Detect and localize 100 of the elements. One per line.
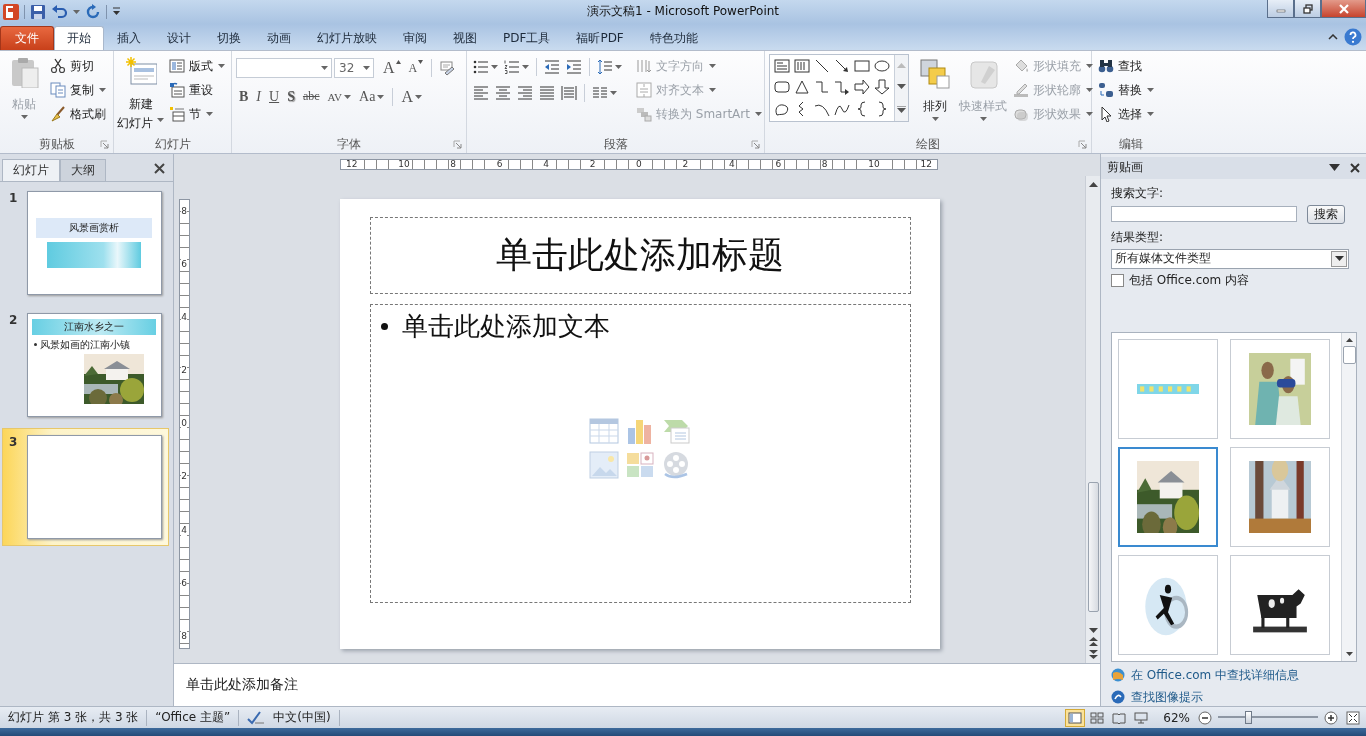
pane-menu-icon[interactable]	[1329, 164, 1340, 172]
clip-art-result[interactable]	[1230, 446, 1330, 547]
character-spacing-button[interactable]: AV	[324, 86, 355, 107]
dialog-launcher-icon[interactable]	[100, 139, 109, 149]
ribbon-tab[interactable]: 切换	[204, 25, 254, 50]
bold-button[interactable]: B	[236, 86, 252, 107]
close-button[interactable]	[1321, 0, 1366, 18]
cut-button[interactable]: 剪切	[48, 55, 108, 77]
help-link[interactable]: 查找图像提示	[1131, 688, 1203, 706]
shrink-font-button[interactable]: A	[405, 58, 427, 79]
layout-button[interactable]: 版式	[167, 55, 227, 77]
search-button[interactable]: 搜索	[1307, 204, 1345, 224]
line-icon[interactable]	[814, 57, 830, 74]
scroll-down-icon[interactable]	[1345, 651, 1353, 656]
slide-thumbnail[interactable]	[26, 434, 162, 539]
text-box-icon[interactable]	[774, 57, 790, 74]
down-arrow-icon[interactable]	[874, 79, 890, 96]
panel-tab[interactable]: 大纲	[60, 158, 106, 181]
change-case-button[interactable]: Aa	[356, 86, 388, 107]
checkbox[interactable]	[1111, 273, 1124, 287]
slide-thumbnail-row[interactable]: 1 风景画赏析	[2, 183, 169, 302]
shape-gallery[interactable]	[769, 53, 909, 122]
rounded-rectangle-icon[interactable]	[774, 79, 790, 96]
previous-slide-icon[interactable]	[1088, 637, 1098, 647]
find-button[interactable]: 查找	[1096, 55, 1156, 77]
clip-art-result[interactable]	[1118, 554, 1218, 655]
help-icon[interactable]	[1344, 27, 1362, 46]
undo-icon[interactable]	[51, 4, 67, 20]
slider-thumb[interactable]	[1245, 711, 1252, 725]
font-name-field[interactable]	[236, 58, 332, 79]
right-arrow-icon[interactable]	[854, 79, 870, 96]
clip-art-icon[interactable]	[625, 449, 655, 480]
dialog-launcher-icon[interactable]	[453, 139, 462, 149]
title-placeholder[interactable]: 单击此处添加标题	[369, 216, 911, 294]
scroll-up-icon[interactable]	[1088, 181, 1098, 187]
ribbon-tab[interactable]: PDF工具	[490, 25, 564, 50]
scrollbar[interactable]	[1341, 332, 1356, 661]
help-link[interactable]: 在 Office.com 中查找详细信息	[1131, 666, 1300, 684]
slide-thumbnail-row[interactable]: 2 江南水乡之一 风景如画的江南小镇	[2, 305, 169, 424]
fit-to-window-icon[interactable]	[1346, 710, 1360, 725]
clip-art-result[interactable]	[1230, 554, 1330, 655]
clip-art-result[interactable]	[1118, 446, 1218, 547]
panel-tab[interactable]: 幻灯片	[2, 158, 60, 181]
minimize-button[interactable]	[1267, 0, 1294, 18]
scroll-thumb[interactable]	[1087, 482, 1099, 613]
close-icon[interactable]	[154, 163, 165, 175]
search-field[interactable]	[1111, 206, 1297, 223]
app-icon[interactable]	[3, 4, 19, 20]
next-slide-icon[interactable]	[1088, 650, 1098, 660]
strikethrough-button[interactable]: abc	[299, 86, 323, 107]
dialog-launcher-icon[interactable]	[1078, 139, 1087, 149]
new-slide-button[interactable]: 新建 幻灯片	[118, 53, 163, 134]
slide-thumbnail-row[interactable]: 3	[2, 427, 169, 546]
slide-thumbnail[interactable]: 风景画赏析	[26, 190, 162, 295]
ribbon-tab[interactable]: 开始	[54, 25, 104, 50]
ribbon-tab[interactable]: 幻灯片放映	[304, 25, 390, 50]
notes-pane[interactable]: 单击此处添加备注	[174, 663, 1100, 707]
scrollbar[interactable]	[1085, 175, 1100, 664]
section-button[interactable]: 节	[167, 103, 227, 125]
ribbon-tab[interactable]: 审阅	[390, 25, 440, 50]
arrow-line-icon[interactable]	[834, 57, 850, 74]
oval-icon[interactable]	[874, 57, 890, 74]
scroll-up-icon[interactable]	[1345, 337, 1353, 342]
shadow-button[interactable]: S	[284, 86, 298, 107]
save-icon[interactable]	[30, 4, 46, 20]
zoom-in-icon[interactable]	[1324, 710, 1338, 725]
zoom-level[interactable]: 62%	[1163, 710, 1190, 725]
underline-button[interactable]: U	[266, 86, 283, 107]
reset-button[interactable]: 重设	[167, 79, 227, 101]
scroll-down-icon[interactable]	[1088, 628, 1098, 634]
italic-button[interactable]: I	[253, 86, 264, 107]
ribbon-tab[interactable]: 设计	[154, 25, 204, 50]
select-button[interactable]: 选择	[1096, 103, 1156, 125]
clip-art-result[interactable]	[1230, 338, 1330, 439]
clip-art-result[interactable]	[1118, 338, 1218, 439]
elbow-arrow-icon[interactable]	[834, 79, 850, 96]
spell-check-icon[interactable]	[247, 710, 266, 725]
maximize-button[interactable]	[1294, 0, 1321, 18]
ribbon-tab[interactable]: 插入	[104, 25, 154, 50]
ribbon-tab[interactable]: 视图	[440, 25, 490, 50]
zoom-out-icon[interactable]	[1198, 710, 1212, 725]
ribbon-tab[interactable]: 特色功能	[636, 25, 711, 50]
file-tab[interactable]: 文件	[0, 25, 54, 50]
redo-icon[interactable]	[85, 4, 101, 20]
triangle-icon[interactable]	[794, 79, 810, 96]
dialog-launcher-icon[interactable]	[751, 139, 760, 149]
media-type-dropdown[interactable]: 所有媒体文件类型	[1111, 248, 1349, 269]
customize-icon[interactable]	[112, 7, 121, 17]
grow-font-button[interactable]: A	[380, 58, 404, 79]
scroll-thumb[interactable]	[1342, 345, 1356, 364]
scroll-down-icon[interactable]	[897, 84, 906, 90]
replace-button[interactable]: 替换	[1096, 79, 1156, 101]
ribbon-tab[interactable]: 动画	[254, 25, 304, 50]
copy-button[interactable]: 复制	[48, 79, 108, 101]
slide-thumbnail[interactable]: 江南水乡之一 风景如画的江南小镇	[26, 312, 162, 417]
collapse-ribbon-icon[interactable]	[1328, 33, 1338, 40]
font-color-button[interactable]: A	[398, 86, 425, 107]
normal-view-button[interactable]	[1065, 708, 1086, 727]
format-painter-button[interactable]: 格式刷	[48, 103, 108, 125]
font-size-field[interactable]: 32	[334, 58, 374, 79]
